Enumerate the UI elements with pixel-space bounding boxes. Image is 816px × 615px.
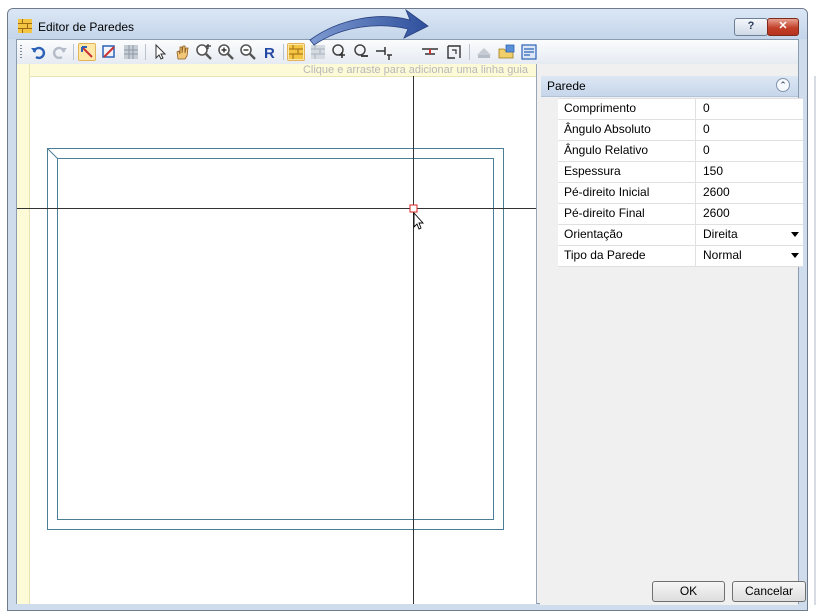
wall-outer-outline <box>47 148 504 530</box>
redo-icon[interactable] <box>51 43 69 61</box>
property-name: Espessura <box>558 162 696 182</box>
toolbar-separator <box>283 44 284 60</box>
property-value[interactable]: 0 <box>697 141 803 161</box>
property-row-espessura[interactable]: Espessura 150 <box>558 162 803 183</box>
property-value[interactable]: 150 <box>697 162 803 182</box>
wall-editor-app-icon <box>18 19 32 33</box>
split-wall-icon[interactable] <box>375 43 393 61</box>
cancel-button[interactable]: Cancelar <box>732 581 806 602</box>
wall-inner-outline <box>57 158 494 520</box>
window-title: Editor de Paredes <box>38 20 135 34</box>
draw-wall-icon[interactable] <box>78 43 96 61</box>
wall-type-select[interactable]: Normal <box>697 246 803 266</box>
property-name: Pé-direito Inicial <box>558 183 696 203</box>
mouse-cursor-icon <box>413 211 425 230</box>
property-name: Pé-direito Final <box>558 204 696 224</box>
edit-wall-icon[interactable] <box>100 43 118 61</box>
undo-icon[interactable] <box>29 43 47 61</box>
wall-tool-icon[interactable] <box>287 43 305 61</box>
help-icon: ? <box>747 20 755 32</box>
property-row-tipo-da-parede[interactable]: Tipo da Parede Normal <box>558 246 803 267</box>
property-value[interactable]: 0 <box>697 120 803 140</box>
add-node-icon[interactable] <box>331 43 349 61</box>
pan-hand-icon[interactable] <box>173 43 191 61</box>
property-row-pe-direito-inicial[interactable]: Pé-direito Inicial 2600 <box>558 183 803 204</box>
property-value[interactable]: 0 <box>697 99 803 119</box>
property-row-angulo-relativo[interactable]: Ângulo Relativo 0 <box>558 141 803 162</box>
property-value[interactable]: 2600 <box>697 183 803 203</box>
close-button[interactable]: ✕ <box>767 18 799 36</box>
pointer-icon[interactable] <box>151 43 169 61</box>
category-title: Parede <box>547 79 586 93</box>
toolbar: R <box>17 40 798 64</box>
toolbar-separator <box>73 44 74 60</box>
property-name: Ângulo Absoluto <box>558 120 696 140</box>
title-bar[interactable]: Editor de Paredes ? ✕ <box>8 9 807 39</box>
client-area: R Clique e arraste para adicionar uma li… <box>16 39 816 605</box>
properties-icon[interactable] <box>520 43 538 61</box>
property-grid: Comprimento 0 Ângulo Absoluto 0 Ângulo R… <box>558 98 803 267</box>
property-row-orientacao[interactable]: Orientação Direita <box>558 225 803 246</box>
wall-tool-disabled-icon[interactable] <box>309 43 327 61</box>
property-name: Tipo da Parede <box>558 246 696 266</box>
remove-node-icon[interactable] <box>353 43 371 61</box>
properties-panel: Parede ⌃ Comprimento 0 Ângulo Absoluto 0… <box>540 76 803 605</box>
drawing-canvas[interactable]: Clique e arraste para adicionar uma linh… <box>17 64 537 604</box>
grid-margin <box>540 98 558 260</box>
property-value[interactable]: 2600 <box>697 204 803 224</box>
help-button[interactable]: ? <box>734 18 768 36</box>
property-row-comprimento[interactable]: Comprimento 0 <box>558 99 803 120</box>
export-icon[interactable] <box>497 43 515 61</box>
property-name: Orientação <box>558 225 696 245</box>
category-header[interactable]: Parede ⌃ <box>541 76 798 97</box>
grid-icon[interactable] <box>122 43 140 61</box>
roof-icon[interactable] <box>475 43 493 61</box>
close-icon: ✕ <box>778 20 788 32</box>
property-row-pe-direito-final[interactable]: Pé-direito Final 2600 <box>558 204 803 225</box>
orientation-select[interactable]: Direita <box>697 225 803 245</box>
property-name: Comprimento <box>558 99 696 119</box>
property-row-angulo-absoluto[interactable]: Ângulo Absoluto 0 <box>558 120 803 141</box>
toolbar-separator <box>145 44 146 60</box>
property-name: Ângulo Relativo <box>558 141 696 161</box>
insert-opening-icon[interactable] <box>421 43 439 61</box>
wall-corner-line <box>47 148 58 159</box>
ok-button[interactable]: OK <box>652 581 725 602</box>
dropdown-arrow-icon[interactable] <box>791 232 799 237</box>
wall-editor-window: Editor de Paredes ? ✕ R Clique e arraste… <box>7 8 816 611</box>
zoom-in-icon[interactable] <box>217 43 235 61</box>
toolbar-separator <box>469 44 470 60</box>
collapse-chevron-icon[interactable]: ⌃ <box>776 78 790 92</box>
svg-text:R: R <box>264 45 275 61</box>
redraw-icon[interactable]: R <box>261 43 279 61</box>
join-walls-icon[interactable] <box>445 43 463 61</box>
dropdown-arrow-icon[interactable] <box>791 253 799 258</box>
zoom-extents-icon[interactable] <box>195 43 213 61</box>
snap-point-marker <box>409 204 418 213</box>
zoom-out-icon[interactable] <box>239 43 257 61</box>
wall-drawing <box>17 76 536 604</box>
toolbar-grip[interactable] <box>20 45 22 59</box>
